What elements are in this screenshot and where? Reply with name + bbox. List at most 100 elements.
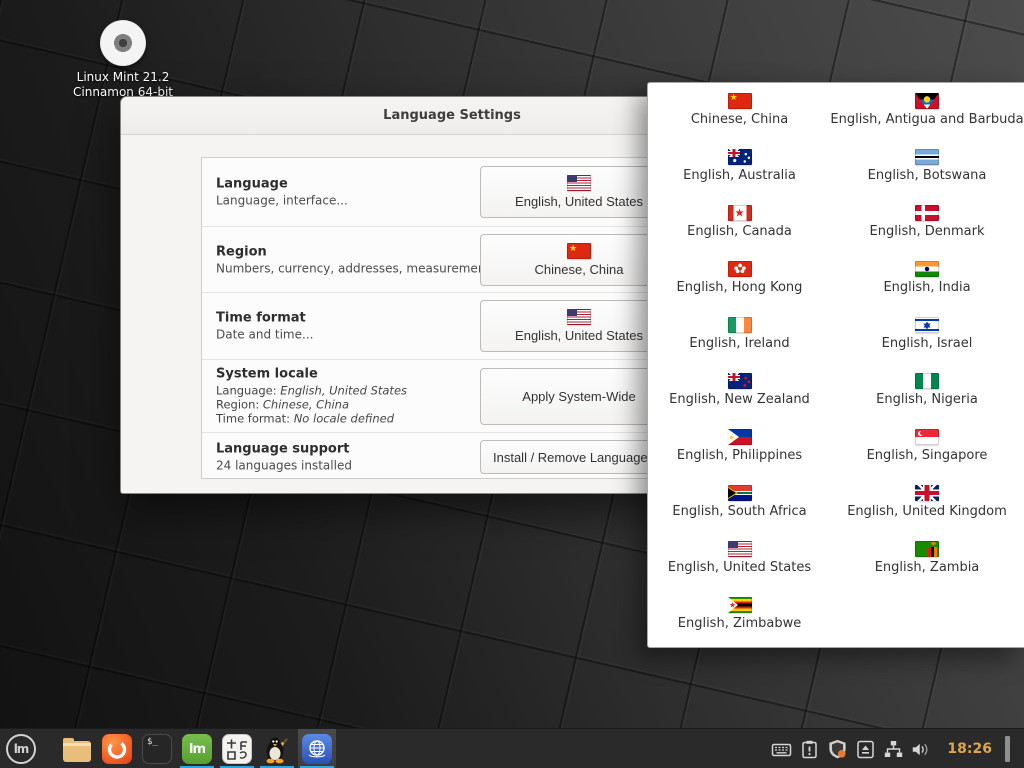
language-option[interactable]: English, United Kingdom [831,481,1023,537]
row-language-support: Language support 24 languages installed … [202,432,704,480]
us-flag-icon [567,175,591,191]
language-option[interactable]: English, Zambia [831,537,1023,593]
language-option[interactable]: English, Ireland [648,313,831,369]
terminal-icon: $_ [142,734,172,764]
launcher-terminal[interactable]: $_ [138,729,176,768]
us-flag-icon [567,309,591,325]
update-manager-icon[interactable] [799,739,820,760]
language-option[interactable]: English, Nigeria [831,369,1023,425]
launcher-firefox[interactable] [98,729,136,768]
ph-flag-icon [728,429,752,445]
language-option-label: English, Australia [683,168,796,183]
sg-flag-icon [915,429,939,445]
show-desktop-handle[interactable] [1005,736,1010,762]
tux-penguin-icon [262,734,292,764]
language-option[interactable]: Chinese, China [648,89,831,145]
network-icon[interactable] [883,739,904,760]
system-locale-language-line: Language: English, United States [216,384,407,398]
in-flag-icon [915,261,939,277]
row-language-support-subtitle: 24 languages installed [216,458,352,472]
language-option[interactable]: English, South Africa [648,481,831,537]
removable-media-icon[interactable] [855,739,876,760]
row-time-format: Time format Date and time... English, Un… [202,292,704,359]
language-option-label: English, Zimbabwe [678,616,802,631]
hk-flag-icon [728,261,752,277]
launcher-files[interactable] [58,729,96,768]
time-format-picker-label: English, United States [515,328,643,343]
settings-panel: Language Language, interface... English,… [201,157,705,479]
language-option-label: English, Antigua and Barbuda [830,112,1023,127]
taskbar-window-mint-welcome[interactable]: lm [178,729,216,768]
language-option-label: English, Ireland [689,336,789,351]
taskbar-clock[interactable]: 18:26 [947,741,992,757]
language-option-label: English, Canada [687,224,792,239]
language-option-label: English, Denmark [870,224,985,239]
language-option-label: English, United States [668,560,811,575]
firewall-shield-icon[interactable] [827,739,848,760]
language-option-label: English, Zambia [875,560,980,575]
ng-flag-icon [915,373,939,389]
language-option-label: English, Singapore [867,448,988,463]
language-option[interactable]: English, Philippines [648,425,831,481]
china-flag-icon [567,243,591,259]
language-option[interactable]: English, Israel [831,313,1023,369]
language-option-label: English, India [883,280,970,295]
language-option-label: English, Hong Kong [677,280,803,295]
locale-globe-icon [302,734,332,764]
mint-welcome-icon: lm [182,734,212,764]
row-system-locale-title: System locale [216,367,407,382]
folder-icon [63,741,91,762]
language-option-label: English, South Africa [672,504,806,519]
mint-logo-icon: lm [14,742,29,756]
firefox-icon [102,734,132,764]
taskbar-window-input-method[interactable] [218,729,256,768]
language-option[interactable]: English, Canada [648,201,831,257]
keyboard-layout-icon[interactable] [771,739,792,760]
row-language-title: Language [216,177,348,192]
language-option[interactable]: English, Singapore [831,425,1023,481]
language-option-label: English, Philippines [677,448,802,463]
input-method-icon [222,734,252,764]
language-option-label: Chinese, China [691,112,788,127]
language-option[interactable]: English, New Zealand [648,369,831,425]
system-tray: 18:26 [771,729,1010,768]
language-option[interactable]: English, Denmark [831,201,1023,257]
desktop-icon-label-line1: Linux Mint 21.2 [43,70,203,85]
au-flag-icon [728,149,752,165]
desktop-icon-linux-mint-iso[interactable]: Linux Mint 21.2 Cinnamon 64-bit [43,20,203,100]
language-list-popup: Chinese, China English, Antigua and Barbu… [647,82,1024,648]
language-option-label: English, Nigeria [876,392,978,407]
ca-flag-icon [728,205,752,221]
row-language-subtitle: Language, interface... [216,194,348,208]
ie-flag-icon [728,317,752,333]
system-locale-region-line: Region: Chinese, China [216,398,407,412]
window-title: Language Settings [383,108,521,123]
language-option-label: English, Israel [882,336,973,351]
taskbar-window-tux-paint[interactable] [258,729,296,768]
row-language-support-title: Language support [216,441,352,456]
disc-icon [100,20,146,66]
language-option[interactable]: English, Botswana [831,145,1023,201]
row-system-locale: System locale Language: English, United … [202,359,704,432]
apply-system-wide-label: Apply System-Wide [522,389,635,404]
row-language: Language Language, interface... English,… [202,158,704,226]
language-option[interactable]: English, Australia [648,145,831,201]
il-flag-icon [915,317,939,333]
region-picker-label: Chinese, China [535,262,624,277]
language-option[interactable]: English, Hong Kong [648,257,831,313]
language-option[interactable]: English, India [831,257,1023,313]
row-region-subtitle: Numbers, currency, addresses, measuremen… [216,261,502,275]
mint-menu-button[interactable]: lm [6,734,36,764]
language-option[interactable]: English, United States [648,537,831,593]
language-option-label: English, New Zealand [669,392,810,407]
language-option[interactable]: English, Antigua and Barbuda [831,89,1023,145]
taskbar-window-language-settings[interactable] [298,729,336,768]
dk-flag-icon [915,205,939,221]
language-option-label: English, United Kingdom [847,504,1007,519]
language-option[interactable]: English, Zimbabwe [648,593,831,648]
volume-icon[interactable] [911,739,932,760]
taskbar: lm $_ lm [0,728,1024,768]
system-locale-timeformat-line: Time format: No locale defined [216,412,407,426]
bw-flag-icon [915,149,939,165]
cn-flag-icon [728,93,752,109]
